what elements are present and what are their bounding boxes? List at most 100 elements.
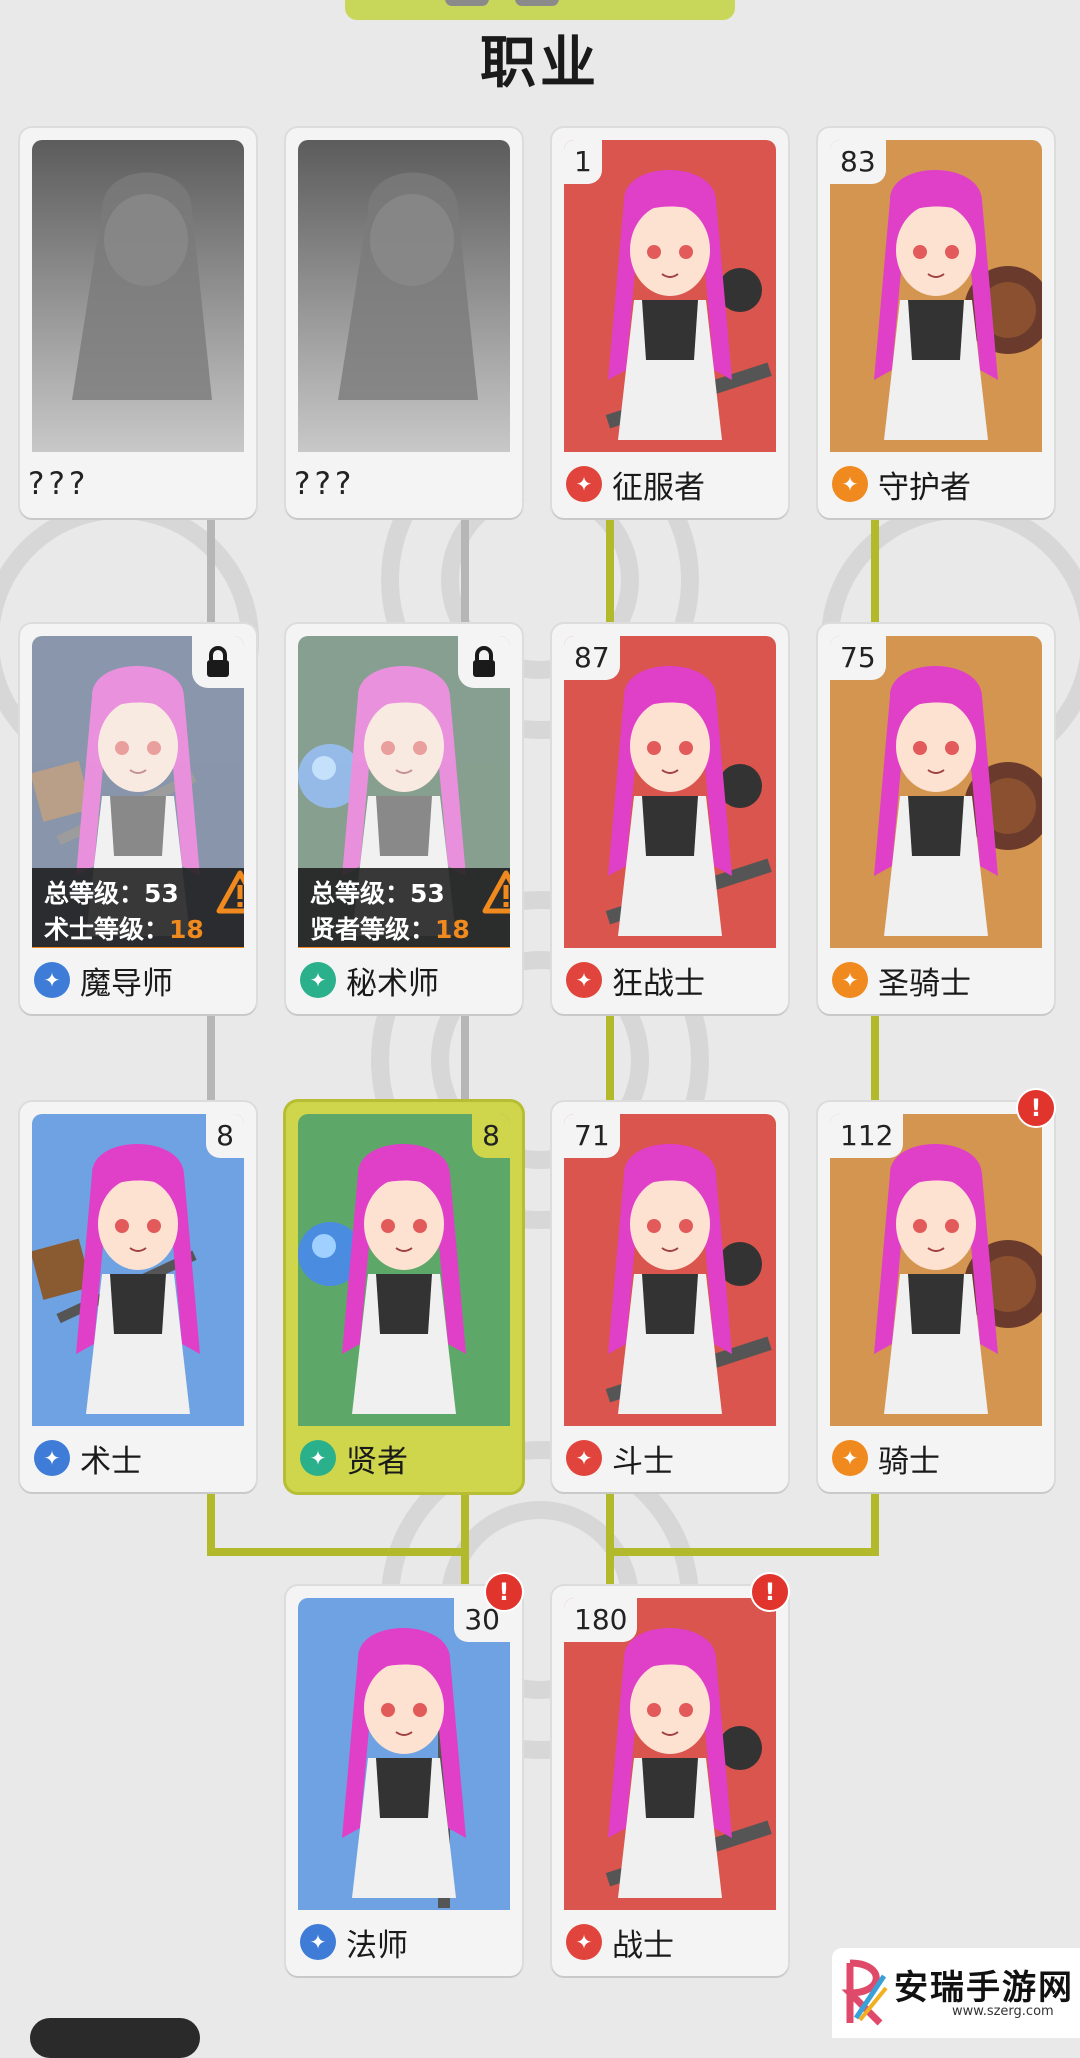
character-art xyxy=(298,1114,510,1426)
class-emblem-icon: ✦ xyxy=(34,1440,70,1476)
class-level-label: 术士等级： xyxy=(44,915,170,944)
class-card-warrior[interactable]: 180 ✦ 战士 xyxy=(552,1586,788,1976)
class-level-number: 75 xyxy=(830,636,886,680)
portrait xyxy=(298,140,510,452)
character-art xyxy=(830,636,1042,948)
class-name-label: 贤者 xyxy=(346,1443,408,1480)
portrait xyxy=(32,140,244,452)
tab-knob xyxy=(445,0,489,6)
tree-connector xyxy=(207,1484,215,1556)
class-name-label: 狂战士 xyxy=(612,965,705,1002)
tree-connector xyxy=(606,1006,614,1108)
class-emblem-icon: ✦ xyxy=(832,962,868,998)
class-emblem-icon: ✦ xyxy=(566,962,602,998)
class-emblem-icon: ✦ xyxy=(566,1924,602,1960)
portrait: 8 xyxy=(298,1114,510,1426)
lock-icon xyxy=(473,646,495,677)
class-name: ✦ 圣骑士 xyxy=(832,960,971,1002)
class-level-number: 83 xyxy=(830,140,886,184)
class-name-label: 魔导师 xyxy=(80,965,173,1002)
class-name-label: 骑士 xyxy=(878,1443,940,1480)
class-name: ✦ 贤者 xyxy=(300,1438,408,1480)
site-logo-icon xyxy=(841,1959,888,2026)
portrait: 总等级：53 贤者等级：18 xyxy=(298,636,510,948)
class-card-warlock[interactable]: 8 ✦ 术士 xyxy=(20,1102,256,1492)
class-level-number: 8 xyxy=(206,1114,244,1158)
class-emblem-icon: ✦ xyxy=(300,1924,336,1960)
class-card-mage[interactable]: 30 ✦ 法师 xyxy=(286,1586,522,1976)
class-card-unknown-1[interactable]: ??? xyxy=(20,128,256,518)
lock-badge xyxy=(192,636,244,688)
character-art xyxy=(830,140,1042,452)
class-card-sage[interactable]: 8 ✦ 贤者 xyxy=(286,1102,522,1492)
total-level-label: 总等级：53 xyxy=(310,879,445,908)
bottom-button[interactable] xyxy=(30,2018,200,2058)
class-name-label: 圣骑士 xyxy=(878,965,971,1002)
character-art xyxy=(564,1114,776,1426)
class-card-knight[interactable]: 112 ✦ 骑士 xyxy=(818,1102,1054,1492)
class-level-requirement: 贤者等级：18 xyxy=(310,910,470,946)
class-emblem-icon: ✦ xyxy=(832,466,868,502)
alert-badge-icon: ! xyxy=(750,1572,790,1612)
character-art xyxy=(564,636,776,948)
locked-silhouette xyxy=(32,140,244,452)
tree-connector xyxy=(871,1484,879,1556)
class-emblem-icon: ✦ xyxy=(300,962,336,998)
character-art xyxy=(298,1598,510,1910)
class-card-conqueror[interactable]: 1 ✦ 征服者 xyxy=(552,128,788,518)
unknown-class-label: ??? xyxy=(28,466,90,502)
tree-connector xyxy=(461,510,469,630)
tree-connector xyxy=(606,510,614,630)
class-card-berserker[interactable]: 87 ✦ 狂战士 xyxy=(552,624,788,1014)
portrait: 87 xyxy=(564,636,776,948)
lock-badge xyxy=(458,636,510,688)
class-name: ✦ 战士 xyxy=(566,1922,674,1964)
class-name: ✦ 征服者 xyxy=(566,464,705,506)
class-card-unknown-2[interactable]: ??? xyxy=(286,128,522,518)
class-emblem-icon: ✦ xyxy=(566,1440,602,1476)
locked-silhouette xyxy=(298,140,510,452)
class-card-guardian[interactable]: 83 ✦ 守护者 xyxy=(818,128,1054,518)
class-level-number: 180 xyxy=(564,1598,638,1642)
portrait: 1 xyxy=(564,140,776,452)
portrait: 180 xyxy=(564,1598,776,1910)
class-level-number: 1 xyxy=(564,140,602,184)
warning-icon xyxy=(216,870,244,914)
class-name-label: 秘术师 xyxy=(346,965,439,1002)
class-name: ✦ 斗士 xyxy=(566,1438,674,1480)
portrait: 71 xyxy=(564,1114,776,1426)
tree-connector xyxy=(207,1006,215,1108)
class-emblem-icon: ✦ xyxy=(832,1440,868,1476)
class-card-fighter[interactable]: 71 ✦ 斗士 xyxy=(552,1102,788,1492)
total-level-label: 总等级：53 xyxy=(44,879,179,908)
class-emblem-icon: ✦ xyxy=(300,1440,336,1476)
lock-icon xyxy=(207,646,229,677)
portrait: 112 xyxy=(830,1114,1042,1426)
tree-connector xyxy=(871,1006,879,1108)
class-level-value: 18 xyxy=(169,915,204,944)
tree-connector xyxy=(461,1484,469,1588)
character-art xyxy=(830,1114,1042,1426)
class-card-archmage[interactable]: 总等级：53 术士等级：18 ✦ 魔导师 xyxy=(20,624,256,1014)
class-card-paladin[interactable]: 75 ✦ 圣骑士 xyxy=(818,624,1054,1014)
class-name-label: 术士 xyxy=(80,1443,142,1480)
class-level-requirement: 术士等级：18 xyxy=(44,910,204,946)
top-bar xyxy=(345,0,735,20)
class-name: ✦ 法师 xyxy=(300,1922,408,1964)
warning-icon xyxy=(482,870,510,914)
class-name: ✦ 守护者 xyxy=(832,464,971,506)
portrait: 30 xyxy=(298,1598,510,1910)
portrait: 总等级：53 术士等级：18 xyxy=(32,636,244,948)
class-level-label: 贤者等级： xyxy=(310,915,436,944)
class-card-arcanist[interactable]: 总等级：53 贤者等级：18 ✦ 秘术师 xyxy=(286,624,522,1014)
alert-badge-icon: ! xyxy=(1016,1088,1056,1128)
tree-connector xyxy=(461,1006,469,1108)
alert-badge-icon: ! xyxy=(484,1572,524,1612)
watermark-url: www.szerg.com xyxy=(952,2004,1054,2019)
character-art xyxy=(564,1598,776,1910)
level-requirement-panel: 总等级：53 术士等级：18 xyxy=(32,868,244,948)
tree-connector xyxy=(207,510,215,630)
class-level-number: 8 xyxy=(472,1114,510,1158)
watermark-text: 安瑞手游网 xyxy=(894,1968,1074,2008)
page-title: 职业 xyxy=(480,31,600,96)
